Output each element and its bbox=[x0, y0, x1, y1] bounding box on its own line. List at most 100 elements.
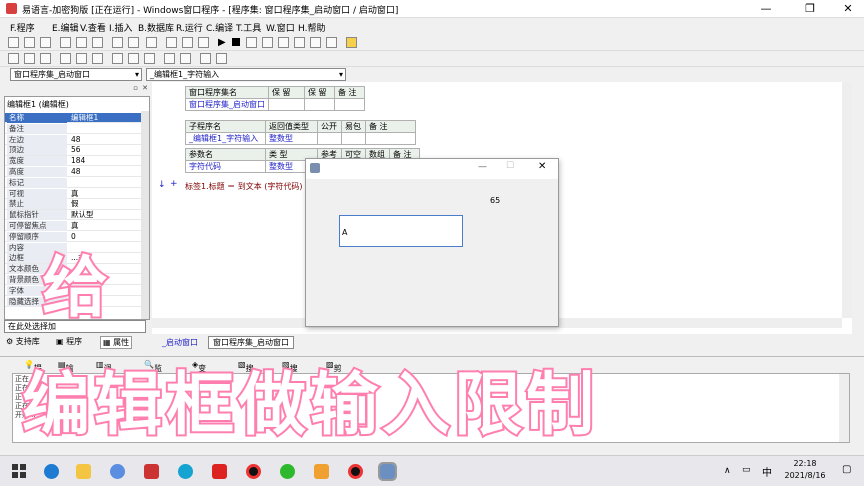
sub-return-cell[interactable]: 整数型 bbox=[265, 132, 318, 145]
app-icon-1[interactable] bbox=[110, 464, 125, 479]
menu-database[interactable]: B.数据库 bbox=[138, 21, 174, 34]
property-value[interactable]: 0 bbox=[69, 232, 76, 242]
cut-icon[interactable] bbox=[60, 37, 71, 48]
same-height-icon[interactable] bbox=[128, 53, 139, 64]
watch-icon[interactable] bbox=[310, 37, 321, 48]
windows-start-icon[interactable] bbox=[12, 464, 26, 478]
edit-box[interactable]: A bbox=[339, 215, 463, 247]
notification-icon[interactable]: ▢ bbox=[842, 464, 851, 475]
run-icon[interactable]: ▶ bbox=[218, 37, 226, 48]
clock-time[interactable]: 22:18 bbox=[780, 459, 830, 468]
menu-program[interactable]: F.程序 bbox=[10, 21, 35, 34]
property-row[interactable]: 名称 编辑框1 bbox=[5, 113, 143, 124]
layout2-icon[interactable] bbox=[182, 37, 193, 48]
eyuyan-task-icon[interactable] bbox=[378, 462, 397, 481]
property-value[interactable]: 48 bbox=[69, 167, 81, 177]
menu-view[interactable]: V.查看 bbox=[80, 21, 106, 34]
new-icon[interactable] bbox=[8, 37, 19, 48]
dialog-close-button[interactable]: ✕ bbox=[538, 161, 546, 172]
property-row[interactable]: 禁止假 bbox=[5, 199, 143, 210]
property-value[interactable]: 48 bbox=[69, 135, 81, 145]
property-row[interactable]: 高度 48 bbox=[5, 167, 143, 178]
breakpoint-icon[interactable] bbox=[294, 37, 305, 48]
property-value[interactable]: 默认型 bbox=[69, 210, 94, 220]
menu-compile[interactable]: C.编译 bbox=[206, 21, 233, 34]
property-value[interactable]: 真 bbox=[69, 221, 79, 231]
layout3-icon[interactable] bbox=[198, 37, 209, 48]
record-icon[interactable] bbox=[246, 464, 261, 479]
app-icon-2[interactable] bbox=[144, 464, 159, 479]
layout-icon[interactable] bbox=[166, 37, 177, 48]
app-icon-3[interactable] bbox=[178, 464, 193, 479]
param-name-cell[interactable]: 字符代码 bbox=[185, 160, 266, 173]
folder-icon[interactable] bbox=[76, 464, 91, 479]
undo-icon[interactable] bbox=[112, 37, 123, 48]
hspace-icon[interactable] bbox=[164, 53, 175, 64]
property-row[interactable]: 顶边 56 bbox=[5, 145, 143, 156]
property-value[interactable]: 假 bbox=[69, 199, 79, 209]
open-icon[interactable] bbox=[24, 37, 35, 48]
step-into-icon[interactable] bbox=[262, 37, 273, 48]
menu-tools[interactable]: T.工具 bbox=[236, 21, 261, 34]
find-icon[interactable] bbox=[146, 37, 157, 48]
class-combo[interactable]: 窗口程序集_启动窗口 ▾ bbox=[10, 68, 142, 81]
property-row[interactable]: 可视真 bbox=[5, 188, 143, 199]
dialog-maximize-button[interactable]: ☐ bbox=[506, 161, 514, 171]
copy-icon[interactable] bbox=[76, 37, 87, 48]
property-row[interactable]: 备注 bbox=[5, 123, 143, 135]
clock-date[interactable]: 2021/8/16 bbox=[776, 471, 834, 480]
align-top-icon[interactable] bbox=[60, 53, 71, 64]
app-icon-4[interactable] bbox=[212, 464, 227, 479]
property-row[interactable]: 标记 bbox=[5, 177, 143, 189]
pin-icon[interactable]: ▫ bbox=[133, 84, 138, 92]
align-bottom-icon[interactable] bbox=[92, 53, 103, 64]
tab-class-start-window[interactable]: 窗口程序集_启动窗口 bbox=[208, 336, 294, 349]
editor-vscrollbar[interactable] bbox=[842, 82, 852, 318]
close-button[interactable]: ✕ bbox=[826, 0, 864, 18]
hand-icon[interactable] bbox=[326, 37, 337, 48]
property-row[interactable]: 停留顺序 0 bbox=[5, 231, 143, 243]
edge-icon[interactable] bbox=[44, 464, 59, 479]
align-right-icon[interactable] bbox=[40, 53, 51, 64]
stop-icon[interactable] bbox=[232, 38, 240, 46]
save-icon[interactable] bbox=[40, 37, 51, 48]
menu-run[interactable]: R.运行 bbox=[176, 21, 203, 34]
menu-insert[interactable]: I.插入 bbox=[109, 21, 133, 34]
tab-support-lib[interactable]: ⚙ 支持库 bbox=[6, 336, 40, 347]
center-h-icon[interactable] bbox=[200, 53, 211, 64]
center-v-icon[interactable] bbox=[216, 53, 227, 64]
code-line[interactable]: 标签1.标题 ＝ 到文本 (字符代码) bbox=[185, 181, 303, 192]
cube-icon[interactable] bbox=[314, 464, 329, 479]
property-row[interactable]: 宽度 184 bbox=[5, 156, 143, 167]
property-value[interactable]: 真 bbox=[69, 189, 79, 199]
align-left-icon[interactable] bbox=[8, 53, 19, 64]
paste-icon[interactable] bbox=[92, 37, 103, 48]
property-row[interactable]: 鼠标指针 默认型 bbox=[5, 210, 143, 221]
help-icon[interactable] bbox=[346, 37, 357, 48]
tray-up-icon[interactable]: ∧ bbox=[724, 466, 731, 476]
property-scrollbar[interactable] bbox=[141, 111, 149, 319]
same-size-icon[interactable] bbox=[144, 53, 155, 64]
method-combo[interactable]: _编辑框1_字符输入 ▾ bbox=[146, 68, 346, 81]
record2-icon[interactable] bbox=[348, 464, 363, 479]
class-name-cell[interactable]: 窗口程序集_启动窗口 bbox=[185, 98, 269, 111]
minimize-button[interactable]: — bbox=[744, 0, 788, 18]
property-row[interactable]: 左边 48 bbox=[5, 134, 143, 145]
tab-start-window[interactable]: _启动窗口 bbox=[162, 337, 198, 348]
dialog-minimize-button[interactable]: — bbox=[478, 162, 487, 172]
panel-close-icon[interactable]: ✕ bbox=[142, 84, 148, 92]
step-icon[interactable] bbox=[246, 37, 257, 48]
sub-name-cell[interactable]: _编辑框1_字符输入 bbox=[185, 132, 266, 145]
tab-properties[interactable]: ▦ 属性 bbox=[100, 336, 133, 349]
property-value[interactable]: 编辑框1 bbox=[69, 113, 98, 123]
vspace-icon[interactable] bbox=[180, 53, 191, 64]
ime-indicator[interactable]: 中 bbox=[762, 464, 772, 479]
menu-edit[interactable]: E.编辑 bbox=[52, 21, 79, 34]
network-icon[interactable]: ▭ bbox=[742, 465, 751, 475]
property-row[interactable]: 可停留焦点真 bbox=[5, 221, 143, 232]
redo-icon[interactable] bbox=[128, 37, 139, 48]
menu-help[interactable]: H.帮助 bbox=[298, 21, 325, 34]
same-width-icon[interactable] bbox=[112, 53, 123, 64]
property-value[interactable]: 184 bbox=[69, 156, 85, 166]
output-scrollbar[interactable] bbox=[839, 374, 849, 442]
